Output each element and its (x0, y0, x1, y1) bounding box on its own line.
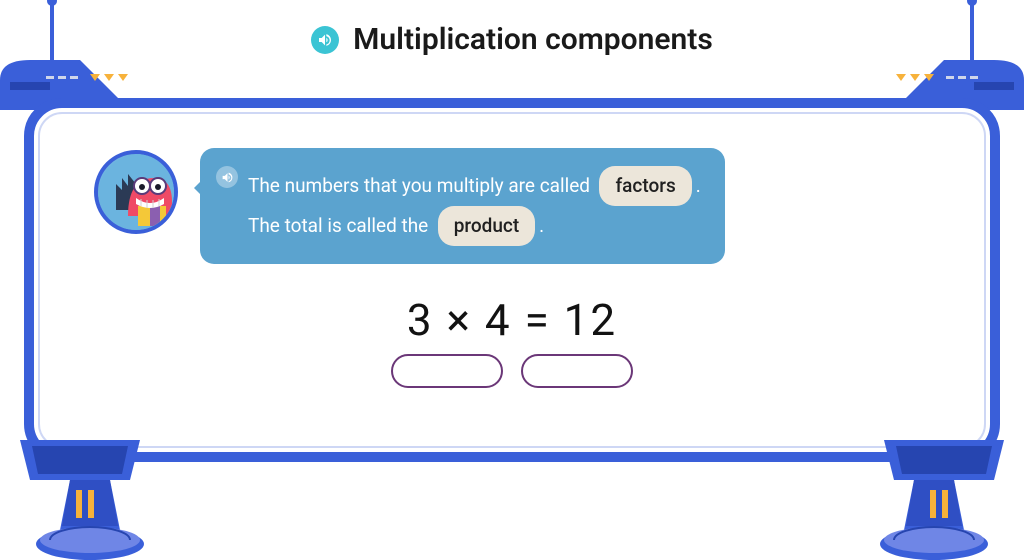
equation-display: 3 × 4 = 12 (94, 294, 930, 346)
vocab-pill-factors[interactable]: factors (599, 166, 691, 206)
foot-decor-right (864, 440, 1024, 560)
page-title: Multiplication components (353, 22, 713, 57)
speech-row: The numbers that you multiply are called… (94, 148, 930, 264)
avatar (94, 150, 178, 234)
answer-slots (94, 354, 930, 388)
period: . (539, 214, 544, 237)
decal-left (46, 74, 128, 93)
foot-decor-left (0, 440, 160, 560)
speaker-icon[interactable] (311, 26, 339, 54)
bubble-line2: The total is called the (248, 214, 428, 237)
speaker-icon[interactable] (216, 166, 238, 188)
period: . (696, 174, 701, 197)
bubble-line1: The numbers that you multiply are called (248, 174, 590, 197)
answer-slot[interactable] (521, 354, 633, 388)
decal-right (896, 74, 978, 93)
answer-slot[interactable] (391, 354, 503, 388)
vocab-pill-product[interactable]: product (438, 206, 535, 246)
title-row: Multiplication components (0, 22, 1024, 57)
main-panel: The numbers that you multiply are called… (24, 98, 1000, 462)
speech-bubble: The numbers that you multiply are called… (200, 148, 725, 264)
